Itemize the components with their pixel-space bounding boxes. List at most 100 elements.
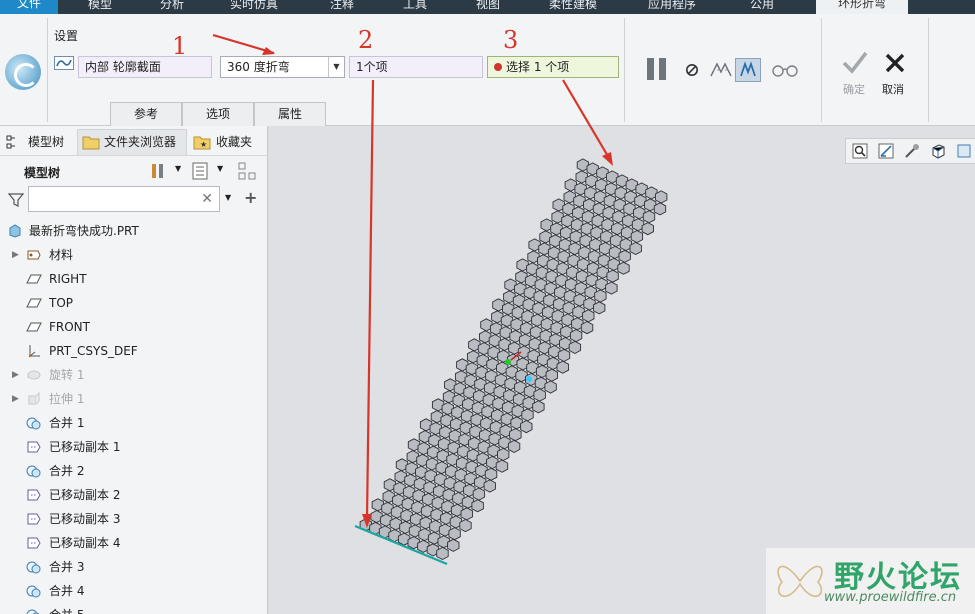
add-filter-icon[interactable]: + bbox=[244, 188, 257, 207]
moved-copy-icon bbox=[27, 513, 41, 525]
tree-item[interactable]: RIGHT bbox=[0, 267, 268, 291]
item-collector-field[interactable]: 1个项 bbox=[349, 56, 483, 78]
tree-root-part[interactable]: 最新折弯快成功.PRT bbox=[0, 219, 268, 243]
tree-item[interactable]: PRT_CSYS_DEF bbox=[0, 339, 268, 363]
tree-item-label: 旋转 1 bbox=[49, 368, 85, 382]
tree-item[interactable]: 合并 5 bbox=[0, 603, 268, 614]
cancel-button-label[interactable]: 取消 bbox=[882, 81, 904, 97]
tree-item[interactable]: 合并 3 bbox=[0, 555, 268, 579]
menubar: 文件 模型 分析 实时仿真 注释 工具 视图 柔性建模 应用程序 公用 环形折弯 bbox=[0, 0, 975, 14]
chevron-down-icon[interactable]: ▼ bbox=[175, 164, 181, 173]
settings-label: 设置 bbox=[54, 29, 79, 43]
expand-arrow-icon[interactable]: ▶ bbox=[12, 387, 19, 411]
view-cube-icon[interactable] bbox=[930, 143, 946, 159]
merge-icon bbox=[26, 465, 41, 478]
display-style-icon[interactable] bbox=[956, 143, 972, 159]
menu-simulation[interactable]: 实时仿真 bbox=[230, 0, 278, 12]
tree-item-label: 已移动副本 3 bbox=[49, 512, 121, 526]
tree-item[interactable]: 合并 4 bbox=[0, 579, 268, 603]
tree-item-label: 材料 bbox=[49, 248, 74, 262]
tree-settings-icon[interactable] bbox=[150, 162, 168, 180]
view-toolbar bbox=[845, 138, 975, 164]
glasses-icon[interactable] bbox=[771, 62, 799, 78]
tree-item[interactable]: TOP bbox=[0, 291, 268, 315]
tree-filter-options-icon[interactable] bbox=[238, 162, 258, 180]
tree-root-label: 最新折弯快成功.PRT bbox=[29, 224, 139, 238]
forum-watermark: 野火论坛 www.proewildfire.cn bbox=[766, 548, 975, 614]
menu-flexible-modeling[interactable]: 柔性建模 bbox=[549, 0, 597, 12]
pause-icon[interactable] bbox=[647, 58, 671, 82]
filter-funnel-icon bbox=[8, 193, 24, 207]
model-tree-icon bbox=[6, 135, 15, 149]
select-item-collector[interactable]: 选择 1 个项 bbox=[487, 56, 619, 78]
tree-item[interactable]: 合并 2 bbox=[0, 459, 268, 483]
tree-item[interactable]: 合并 1 bbox=[0, 411, 268, 435]
csys-icon bbox=[28, 345, 40, 358]
tree-item-label: TOP bbox=[49, 296, 74, 310]
tree-item[interactable]: ▶ 拉伸 1 bbox=[0, 387, 268, 411]
butterfly-logo-icon bbox=[777, 565, 823, 597]
datum-plane-icon bbox=[26, 322, 42, 332]
clear-search-icon[interactable]: ✕ bbox=[201, 191, 213, 207]
profile-section-field[interactable]: 内部 轮廓截面 bbox=[78, 56, 212, 78]
model-tree-panel: 模型树 文件夹浏览器 ★ 收藏夹 模型树 ▼ ▼ ✕ ▼ + 最新折弯快成功.P… bbox=[0, 126, 268, 614]
no-preview-icon[interactable] bbox=[685, 63, 699, 77]
datum-plane-icon bbox=[26, 298, 42, 308]
bend-type-dropdown[interactable]: 360 度折弯 ▼ bbox=[220, 56, 345, 78]
chevron-down-icon[interactable]: ▼ bbox=[328, 57, 344, 77]
show-list-icon[interactable] bbox=[192, 162, 208, 180]
tree-search-input[interactable]: ✕ bbox=[28, 186, 220, 212]
moved-copy-icon bbox=[27, 537, 41, 549]
menu-tools[interactable]: 工具 bbox=[403, 0, 427, 12]
divider bbox=[47, 18, 48, 122]
cancel-x-icon[interactable] bbox=[884, 52, 906, 74]
graphics-viewport[interactable] bbox=[269, 126, 975, 614]
svg-text:★: ★ bbox=[200, 140, 207, 149]
annotation-number-2: 2 bbox=[358, 26, 374, 54]
verify-mode-icon[interactable] bbox=[735, 58, 761, 82]
menu-annotate[interactable]: 注释 bbox=[330, 0, 354, 12]
zoom-fit-icon[interactable] bbox=[852, 143, 868, 159]
favorites-folder-icon: ★ bbox=[193, 136, 211, 150]
tab-toroidal-bend[interactable]: 环形折弯 bbox=[816, 0, 909, 14]
tab-references[interactable]: 参考 bbox=[110, 102, 182, 126]
zoom-in-icon[interactable] bbox=[878, 143, 894, 159]
chevron-down-icon[interactable]: ▼ bbox=[225, 193, 231, 202]
tree-item-label: RIGHT bbox=[49, 272, 87, 286]
profile-section-icon bbox=[54, 56, 74, 70]
menu-model[interactable]: 模型 bbox=[88, 0, 112, 12]
expand-arrow-icon[interactable]: ▶ bbox=[12, 363, 19, 387]
tree-item[interactable]: FRONT bbox=[0, 315, 268, 339]
tab-model-tree[interactable]: 模型树 bbox=[28, 133, 64, 150]
menu-view[interactable]: 视图 bbox=[476, 0, 500, 12]
tree-item-label: 已移动副本 4 bbox=[49, 536, 121, 550]
menu-applications[interactable]: 应用程序 bbox=[648, 0, 696, 12]
tab-folder-browser[interactable]: 文件夹浏览器 bbox=[104, 133, 176, 150]
tree-item[interactable]: 已移动副本 4 bbox=[0, 531, 268, 555]
folder-icon bbox=[82, 136, 100, 150]
hex-cells bbox=[359, 158, 668, 561]
tree-item-label: 合并 5 bbox=[49, 603, 84, 614]
tab-options[interactable]: 选项 bbox=[182, 102, 254, 126]
expand-arrow-icon[interactable]: ▶ bbox=[12, 243, 19, 267]
confirm-button-label[interactable]: 确定 bbox=[843, 81, 865, 97]
tree-item-label: 合并 4 bbox=[49, 584, 85, 598]
chevron-down-icon[interactable]: ▼ bbox=[217, 164, 223, 173]
tab-favorites[interactable]: 收藏夹 bbox=[216, 133, 252, 150]
menu-utilities[interactable]: 公用 bbox=[750, 0, 774, 12]
tree-item[interactable]: ▶ 材料 bbox=[0, 243, 268, 267]
tree-item[interactable]: 已移动副本 2 bbox=[0, 483, 268, 507]
moved-copy-icon bbox=[27, 441, 41, 453]
preview-geometry-icon[interactable] bbox=[709, 60, 733, 80]
confirm-check-icon[interactable] bbox=[841, 50, 869, 74]
tab-properties[interactable]: 属性 bbox=[254, 102, 326, 126]
extrude-icon bbox=[28, 392, 40, 405]
tree-item[interactable]: ▶ 旋转 1 bbox=[0, 363, 268, 387]
menu-analysis[interactable]: 分析 bbox=[160, 0, 184, 12]
zoom-out-icon[interactable] bbox=[904, 143, 920, 159]
tree-item-label: 合并 2 bbox=[49, 464, 85, 478]
hex-mesh-model[interactable] bbox=[269, 126, 975, 614]
tree-item[interactable]: 已移动副本 3 bbox=[0, 507, 268, 531]
menu-file[interactable]: 文件 bbox=[0, 0, 58, 14]
tree-item[interactable]: 已移动副本 1 bbox=[0, 435, 268, 459]
